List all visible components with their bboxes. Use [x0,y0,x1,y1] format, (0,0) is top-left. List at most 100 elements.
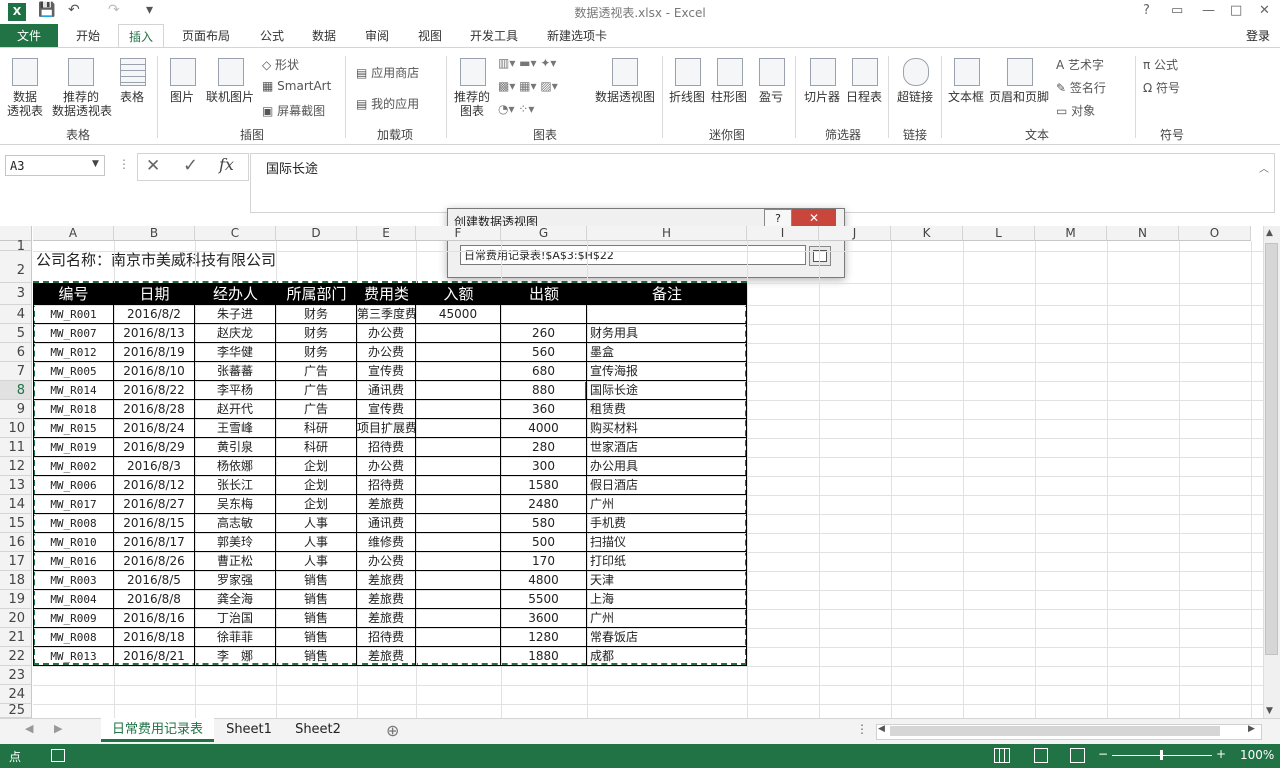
table-cell[interactable]: 办公用具 [587,457,747,476]
row-header[interactable]: 20 [0,609,32,628]
sheet-tab-sheet1[interactable]: Sheet1 [216,718,282,742]
table-cell[interactable]: 广告 [276,362,357,381]
table-cell[interactable]: 560 [501,343,587,362]
table-cell[interactable] [416,514,501,533]
row-header[interactable]: 11 [0,438,32,457]
table-cell[interactable]: MW_R003 [33,571,114,590]
recommended-pivot-button[interactable]: 推荐的 数据透视表 [52,56,112,120]
ribbon-display-icon[interactable]: ▭ [1171,3,1183,18]
table-cell[interactable] [416,533,501,552]
table-cell[interactable]: 企划 [276,476,357,495]
table-cell[interactable] [416,324,501,343]
table-cell[interactable]: 张长江 [195,476,276,495]
table-cell[interactable]: 企划 [276,457,357,476]
scroll-right-icon[interactable]: ▶ [1248,724,1255,734]
row-header[interactable]: 15 [0,514,32,533]
table-cell[interactable]: 天津 [587,571,747,590]
horizontal-scroll-thumb[interactable] [890,726,1220,736]
table-cell[interactable] [416,647,501,666]
header-footer-button[interactable]: 页眉和页脚 [988,56,1050,120]
dialog-close-button[interactable]: ✕ [792,209,836,227]
more-sheets-icon[interactable]: ⋮ [856,722,868,736]
table-column-header[interactable]: 入额 [416,283,501,305]
table-cell[interactable]: 4800 [501,571,587,590]
table-cell[interactable]: 2016/8/8 [114,590,195,609]
table-cell[interactable] [416,400,501,419]
column-header[interactable]: N [1107,226,1179,241]
table-cell[interactable]: 销售 [276,571,357,590]
row-header[interactable]: 7 [0,362,32,381]
table-cell[interactable]: 销售 [276,647,357,666]
table-cell[interactable]: 李平杨 [195,381,276,400]
my-apps-button[interactable]: ▤ 我的应用 [356,95,419,112]
table-cell[interactable]: 5500 [501,590,587,609]
table-cell[interactable] [587,305,747,324]
row-header[interactable]: 16 [0,533,32,552]
table-column-header[interactable]: 经办人 [195,283,276,305]
table-cell[interactable]: 购买材料 [587,419,747,438]
table-cell[interactable]: 2016/8/27 [114,495,195,514]
column-header[interactable]: A [33,226,114,241]
table-cell[interactable]: 2016/8/28 [114,400,195,419]
vertical-scroll-thumb[interactable] [1265,243,1278,655]
table-cell[interactable]: 2016/8/15 [114,514,195,533]
zoom-in-icon[interactable]: + [1216,747,1226,761]
row-header[interactable]: 2 [0,251,32,283]
row-header[interactable]: 21 [0,628,32,647]
column-header[interactable]: F [416,226,501,241]
table-cell[interactable]: 上海 [587,590,747,609]
table-cell[interactable]: 人事 [276,533,357,552]
table-cell[interactable]: 170 [501,552,587,571]
close-icon[interactable]: ✕ [1259,3,1270,18]
table-cell[interactable]: MW_R016 [33,552,114,571]
table-cell[interactable]: 500 [501,533,587,552]
wordart-button[interactable]: A 艺术字 [1056,56,1104,73]
scroll-up-icon[interactable]: ▲ [1266,228,1273,238]
table-cell[interactable]: 丁治国 [195,609,276,628]
row-header[interactable]: 23 [0,666,32,685]
table-cell[interactable]: 罗家强 [195,571,276,590]
pivot-table-button[interactable]: 数据 透视表 [4,56,46,120]
column-header[interactable]: D [276,226,357,241]
table-cell[interactable]: 2016/8/16 [114,609,195,628]
table-cell[interactable]: 广告 [276,400,357,419]
textbox-button[interactable]: 文本框 [946,56,986,120]
row-header[interactable]: 9 [0,400,32,419]
table-cell[interactable]: 朱子进 [195,305,276,324]
table-cell[interactable]: 财务 [276,324,357,343]
table-cell[interactable]: 2016/8/22 [114,381,195,400]
row-header[interactable]: 13 [0,476,32,495]
table-cell[interactable]: 通讯费 [357,514,416,533]
table-column-header[interactable]: 所属部门 [276,283,357,305]
smartart-button[interactable]: ▦ SmartArt [262,79,331,93]
row-header[interactable]: 18 [0,571,32,590]
row-header[interactable]: 6 [0,343,32,362]
table-cell[interactable]: 2016/8/18 [114,628,195,647]
table-cell[interactable]: 45000 [416,305,501,324]
table-cell[interactable]: 680 [501,362,587,381]
table-cell[interactable]: MW_R006 [33,476,114,495]
table-cell[interactable]: MW_R001 [33,305,114,324]
table-cell[interactable]: MW_R005 [33,362,114,381]
table-cell[interactable]: 广告 [276,381,357,400]
table-cell[interactable] [416,628,501,647]
table-cell[interactable]: 维修费 [357,533,416,552]
table-cell[interactable] [416,381,501,400]
table-column-header[interactable]: 日期 [114,283,195,305]
row-header[interactable]: 3 [0,283,32,305]
table-cell[interactable]: MW_R004 [33,590,114,609]
table-cell[interactable]: MW_R018 [33,400,114,419]
table-cell[interactable]: 张蕃蕃 [195,362,276,381]
picture-button[interactable]: 图片 [166,56,198,120]
table-cell[interactable] [416,343,501,362]
table-cell[interactable]: 黄引泉 [195,438,276,457]
column-header[interactable]: M [1035,226,1107,241]
column-header[interactable]: H [587,226,747,241]
table-cell[interactable] [416,571,501,590]
app-store-button[interactable]: ▤ 应用商店 [356,64,419,81]
table-cell[interactable]: 宣传海报 [587,362,747,381]
table-cell[interactable]: MW_R012 [33,343,114,362]
table-cell[interactable]: 差旅费 [357,571,416,590]
tab-new[interactable]: 新建选项卡 [547,24,607,48]
table-cell[interactable]: 销售 [276,590,357,609]
